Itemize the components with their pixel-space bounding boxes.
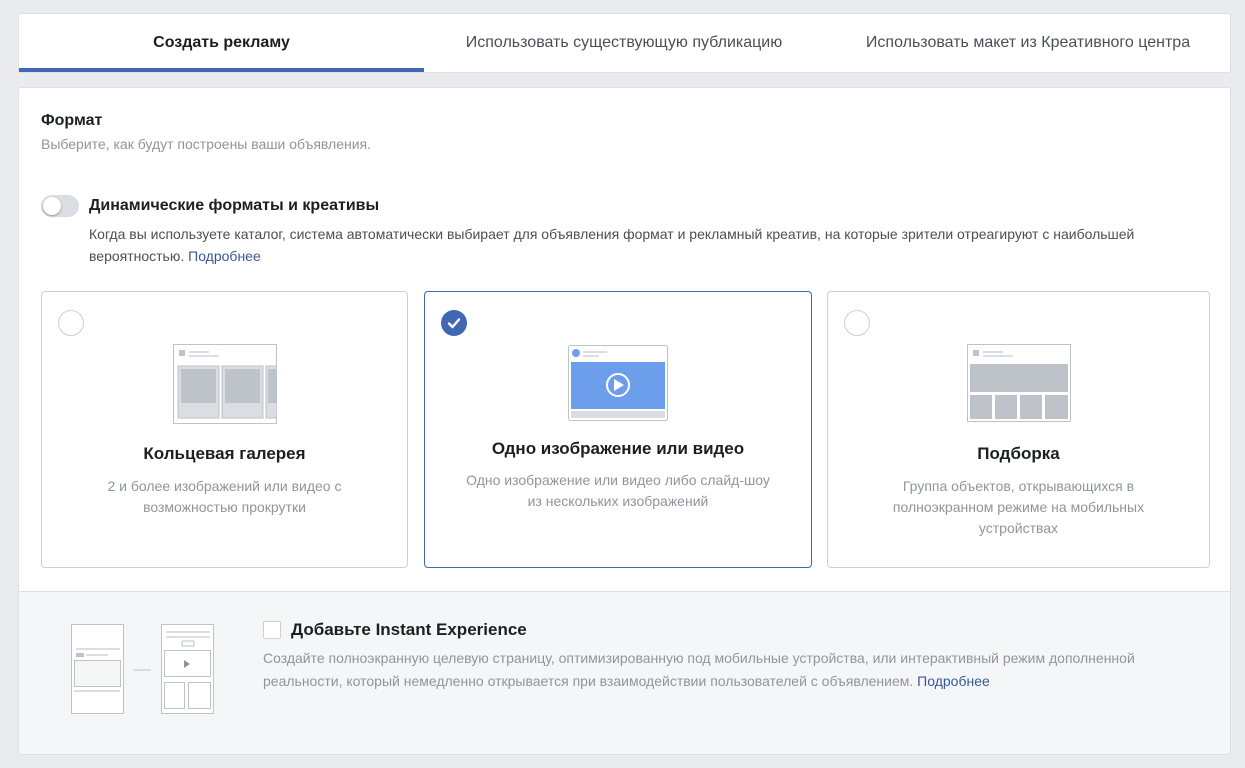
collection-radio[interactable] bbox=[844, 310, 870, 336]
carousel-radio[interactable] bbox=[58, 310, 84, 336]
collection-title: Подборка bbox=[977, 444, 1060, 463]
single-image-description: Одно изображение или видео либо слайд-шо… bbox=[466, 472, 770, 509]
checkmark-icon bbox=[447, 318, 461, 329]
format-card-collection[interactable]: Подборка Группа объектов, открывающихся … bbox=[827, 291, 1210, 568]
instant-experience-illustration-icon bbox=[71, 624, 214, 714]
tab-use-existing-post[interactable]: Использовать существующую публикацию bbox=[424, 14, 824, 72]
active-tab-indicator bbox=[19, 68, 424, 72]
creation-tabs: Создать рекламу Использовать существующу… bbox=[18, 13, 1231, 73]
dynamic-formats-title: Динамические форматы и креативы bbox=[89, 197, 380, 214]
single-image-title: Одно изображение или видео bbox=[491, 439, 745, 458]
instant-experience-checkbox[interactable] bbox=[263, 621, 281, 639]
dynamic-formats-toggle[interactable] bbox=[41, 195, 79, 217]
single-image-illustration-icon bbox=[568, 345, 668, 421]
instant-experience-description: Создайте полноэкранную целевую страницу,… bbox=[263, 647, 1193, 693]
carousel-illustration-icon bbox=[172, 344, 277, 424]
tab-create-ad[interactable]: Создать рекламу bbox=[19, 14, 424, 72]
format-panel: Формат Выберите, как будут построены ваш… bbox=[18, 87, 1231, 755]
format-subtitle: Выберите, как будут построены ваши объяв… bbox=[41, 136, 372, 152]
instant-experience-description-text: Создайте полноэкранную целевую страницу,… bbox=[263, 650, 1135, 689]
dynamic-learn-more-link[interactable]: Подробнее bbox=[188, 248, 261, 264]
single-image-radio[interactable] bbox=[441, 310, 467, 336]
instant-experience-section: Добавьте Instant Experience Создайте пол… bbox=[19, 591, 1230, 754]
format-card-carousel[interactable]: Кольцевая галерея 2 и более изображений … bbox=[41, 291, 408, 568]
tab-use-creative-hub-label: Использовать макет из Креативного центра bbox=[865, 34, 1191, 51]
instant-experience-title: Добавьте Instant Experience bbox=[291, 620, 527, 639]
toggle-knob bbox=[43, 197, 61, 215]
collection-description: Группа объектов, открывающихся в полноэк… bbox=[892, 478, 1145, 536]
tab-use-creative-hub-mockup[interactable]: Использовать макет из Креативного центра bbox=[824, 14, 1232, 72]
tab-create-ad-label: Создать рекламу bbox=[153, 34, 290, 51]
instant-experience-learn-more-link[interactable]: Подробнее bbox=[917, 673, 990, 689]
tab-use-existing-post-label: Использовать существующую публикацию bbox=[465, 34, 783, 51]
format-card-single-image-video[interactable]: Одно изображение или видео Одно изображе… bbox=[424, 291, 812, 568]
carousel-description: 2 и более изображений или видео с возмож… bbox=[107, 478, 342, 515]
carousel-title: Кольцевая галерея bbox=[143, 444, 306, 463]
collection-illustration-icon bbox=[966, 344, 1071, 422]
dynamic-formats-description: Когда вы используете каталог, система ав… bbox=[89, 223, 1189, 267]
format-title: Формат bbox=[41, 112, 103, 129]
